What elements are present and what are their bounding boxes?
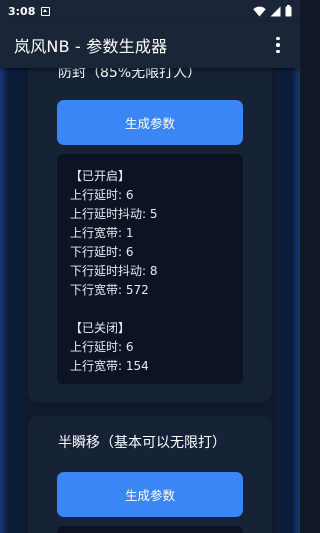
app-screen: 3:08 岚风NB - 参数生成器 防封（85%无限打人） 生成参数 【已开启】 (0, 0, 300, 533)
result-line: 上行宽带: 154 (70, 359, 149, 373)
notification-icon (41, 6, 51, 16)
result-line: 下行延时: 6 (70, 245, 134, 259)
overflow-menu-icon[interactable] (268, 33, 288, 57)
generate-params-button[interactable]: 生成参数 (57, 100, 243, 145)
result-box (57, 526, 243, 533)
wifi-icon (253, 6, 266, 16)
section-title: 半瞬移（基本可以无限打） (58, 435, 226, 451)
status-bar: 3:08 (0, 0, 300, 22)
result-box: 【已开启】 上行延时: 6 上行延时抖动: 5 上行宽带: 1 下行延时: 6 … (57, 154, 243, 384)
result-line: 下行延时抖动: 8 (70, 264, 158, 278)
result-line: 上行延时: 6 (70, 340, 134, 354)
result-line: 上行延时: 6 (70, 188, 134, 202)
app-bar: 岚风NB - 参数生成器 (0, 22, 300, 68)
app-title: 岚风NB - 参数生成器 (14, 37, 168, 56)
result-line: 上行宽带: 1 (70, 226, 134, 240)
result-line: 上行延时抖动: 5 (70, 207, 158, 221)
result-line: 【已开启】 (70, 169, 131, 183)
result-spacer (70, 300, 243, 319)
result-line: 【已关闭】 (70, 321, 131, 335)
status-time: 3:08 (8, 4, 36, 18)
signal-icon (270, 6, 281, 16)
battery-icon (285, 5, 292, 17)
section-title: 防封（85%无限打人） (58, 68, 202, 81)
generate-params-button[interactable]: 生成参数 (57, 472, 243, 517)
scroll-content[interactable]: 防封（85%无限打人） 生成参数 【已开启】 上行延时: 6 上行延时抖动: 5… (0, 68, 300, 533)
result-line: 下行宽带: 572 (70, 283, 149, 297)
status-icons (253, 5, 292, 17)
